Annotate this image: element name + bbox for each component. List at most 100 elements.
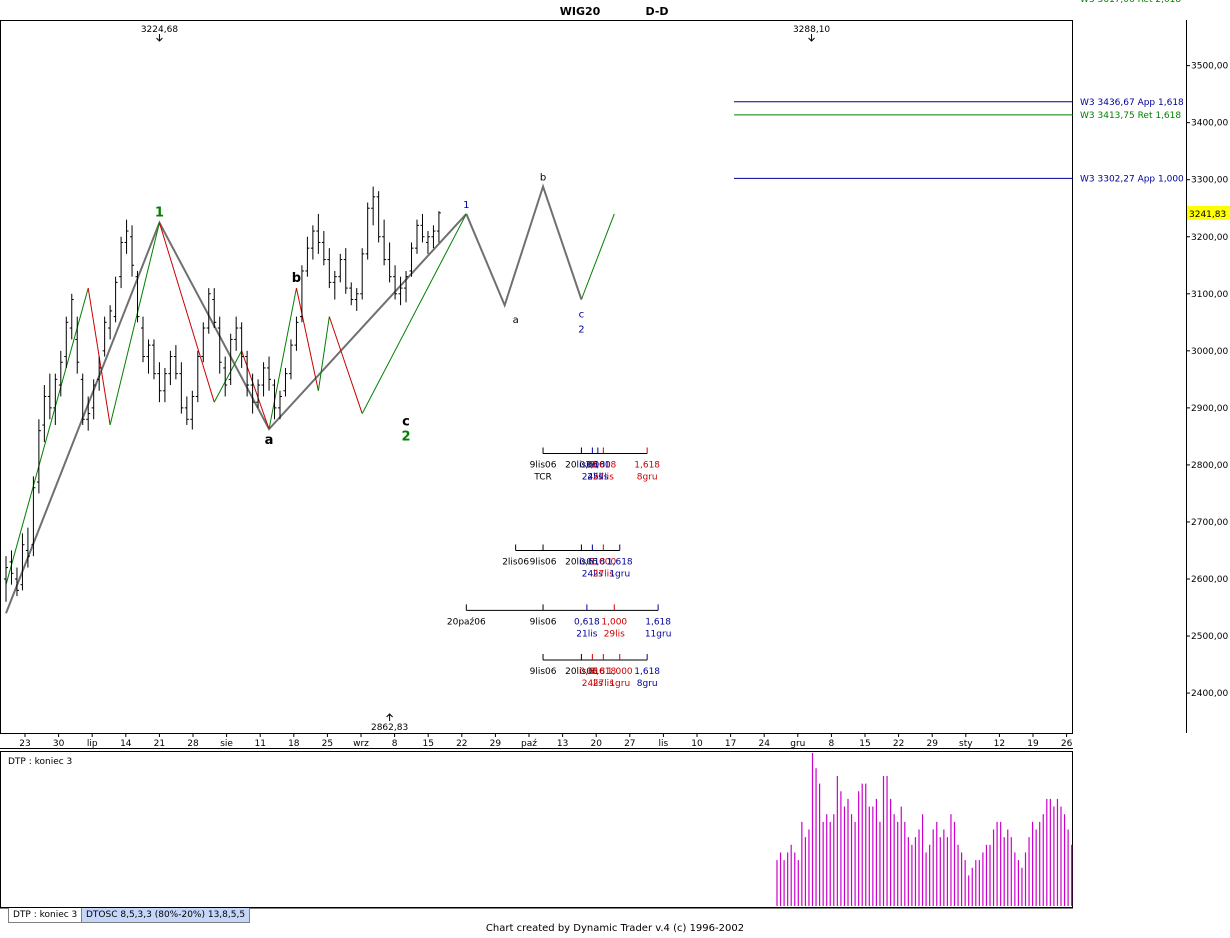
price-bar (184, 396, 189, 425)
date-axis-label: wrz (353, 739, 369, 749)
time-ratio-label: 20paź06 (447, 617, 486, 627)
date-axis-label: 26 (1061, 739, 1073, 749)
chart-timeframe: D-D (645, 5, 668, 18)
price-bar (338, 253, 343, 283)
price-bar (135, 270, 140, 323)
price-axis-label: 3000,00 (1191, 347, 1228, 357)
date-axis-label: gru (790, 739, 805, 749)
time-date-label: 1gru (609, 679, 630, 689)
up-arrow-icon (386, 713, 393, 721)
price-bar (436, 211, 441, 243)
date-axis-label: 20 (590, 739, 602, 749)
price-axis-label: 3300,00 (1191, 176, 1228, 186)
price-bar (234, 316, 239, 351)
price-axis-label: 3100,00 (1191, 290, 1228, 300)
wave-label: c (579, 309, 585, 320)
date-axis-label: 17 (725, 739, 736, 749)
price-bar (47, 373, 52, 420)
time-projections: 9lis06TCR20lis060,61824lis1,00025lis0,61… (447, 447, 672, 689)
price-bar (146, 339, 151, 374)
time-projection: 9lis06TCR20lis060,61824lis1,00025lis0,61… (530, 447, 660, 483)
price-projection-label: W3 3302,27 App 1,000 (1080, 174, 1184, 184)
date-axis-label: 23 (19, 739, 30, 749)
price-bar (360, 248, 365, 300)
date-axis-label: 13 (557, 739, 568, 749)
date-axis-label: 15 (859, 739, 870, 749)
extreme-label: 3224,68 (141, 25, 178, 35)
price-bar (261, 362, 266, 397)
wave-label: c (402, 415, 410, 430)
price-projection-label: W3 3617,06 Ret 2,618 (1080, 0, 1181, 5)
time-projection: 9lis06 20lis060,61824lis0,61827lis1,0001g… (530, 653, 660, 689)
chart-credit: Chart created by Dynamic Trader v.4 (c) … (485, 923, 745, 934)
price-bar (371, 186, 376, 226)
time-date-label: 11gru (645, 629, 672, 639)
price-bar (217, 316, 222, 374)
time-ratio-label: 1,000 (607, 667, 633, 677)
date-axis-label: 29 (490, 739, 502, 749)
price-bar (332, 270, 337, 300)
time-ratio-label: 1,000 (601, 617, 627, 627)
time-date-label: TCR (533, 473, 552, 483)
time-ratio-label: 9lis06 (530, 667, 557, 677)
date-axis-label: 19 (1027, 739, 1039, 749)
price-bar (20, 533, 25, 591)
price-axis-label: 2900,00 (1191, 404, 1228, 414)
tab-dtosc[interactable]: DTOSC 8,5,3,3 (80%-20%) 13,8,5,5 (81, 908, 251, 923)
time-date-label: 21lis (576, 629, 597, 639)
chart-symbol: WIG20 (560, 5, 601, 18)
wave-label: b (540, 172, 546, 183)
price-bar (223, 356, 228, 397)
swing-line (295, 287, 319, 391)
date-axis-label: 22 (456, 739, 467, 749)
last-price-label: 3241,83 (1189, 210, 1226, 220)
date-axis-label: 15 (422, 739, 433, 749)
price-bar (365, 202, 370, 260)
wave-labels: 1abc21abc2 (155, 172, 585, 448)
price-bar (382, 219, 387, 266)
price-bar (130, 225, 135, 277)
time-ratio-label: 0,618 (590, 461, 616, 471)
date-axis-label: lis (659, 739, 669, 749)
price-projection-label: W3 3436,67 App 1,618 (1080, 98, 1184, 108)
down-arrow-icon (808, 34, 815, 42)
price-bar (420, 213, 425, 243)
price-bar (42, 385, 47, 443)
chart-canvas: WIG20 D-D DTP : koniec 3 3500,003400,003… (0, 0, 1230, 909)
price-bar (195, 350, 200, 403)
wave-label: b (292, 271, 301, 286)
swing-line (213, 350, 243, 403)
date-axis-label: 27 (624, 739, 635, 749)
time-ratio-label: 1,618 (645, 617, 671, 627)
wave-label: 2 (578, 324, 584, 335)
time-projection: 2lis06 9lis06 20lis060,61824lis1,00027lis1… (502, 544, 633, 579)
time-ratio-label: 2lis06 (502, 557, 529, 567)
price-bar (36, 419, 41, 494)
date-axis-label: 8 (392, 739, 398, 749)
price-axis-labels: 3500,00 3400,00 3300,00 3200,00 3100,00 3000,… (1186, 62, 1228, 699)
price-bar (141, 316, 145, 363)
price-axis-label: 3500,00 (1191, 62, 1228, 72)
swing-line (241, 350, 270, 430)
tab-dtp[interactable]: DTP : koniec 3 (8, 908, 83, 923)
indicator-label: DTP : koniec 3 (8, 757, 72, 767)
price-axis-label: 2400,00 (1191, 689, 1228, 699)
time-date-label: 1gru (609, 569, 630, 579)
date-axis-label: 11 (254, 739, 265, 749)
price-bar (398, 276, 403, 306)
price-bar (69, 293, 74, 340)
price-bar (354, 288, 359, 311)
price-axis-label: 3200,00 (1191, 233, 1228, 243)
price-bar (294, 316, 299, 351)
swing-line (580, 213, 615, 300)
price-bar (124, 219, 129, 254)
price-bar (9, 550, 14, 585)
date-axis-label: 29 (926, 739, 938, 749)
price-bar (162, 367, 167, 403)
wave-label: a (265, 433, 274, 448)
price-bar (91, 379, 96, 420)
price-axis-label: 2500,00 (1191, 632, 1228, 642)
date-axis-label: 18 (288, 739, 300, 749)
date-axis-label: 14 (120, 739, 132, 749)
price-bar (283, 367, 288, 397)
